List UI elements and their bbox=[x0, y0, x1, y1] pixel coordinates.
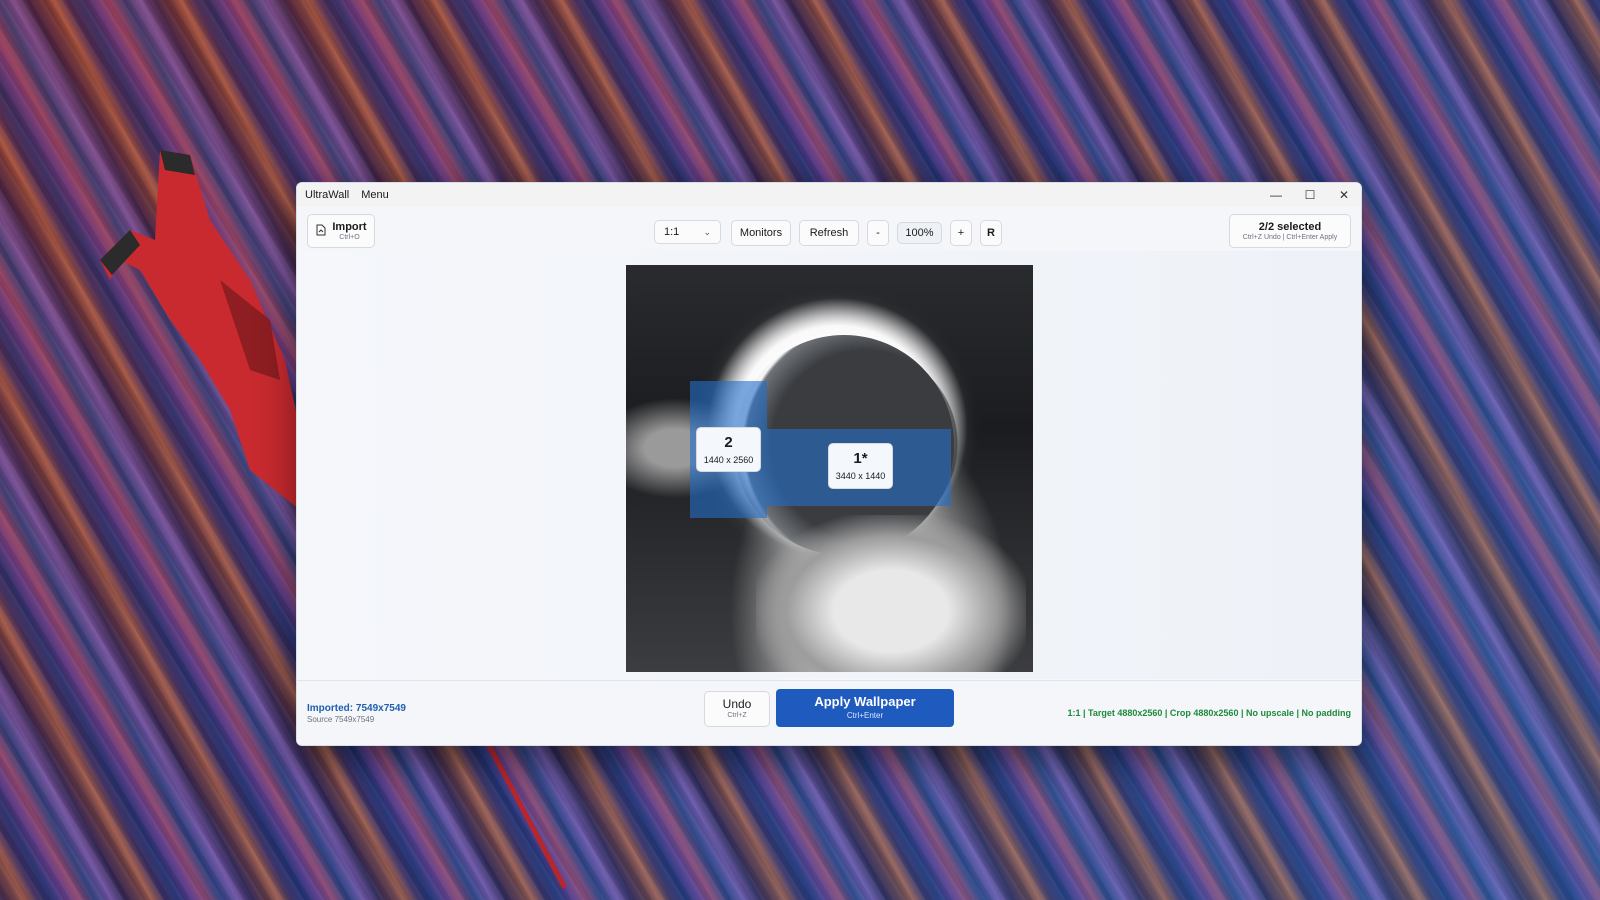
apply-wallpaper-button[interactable]: Apply Wallpaper Ctrl+Enter bbox=[776, 689, 954, 727]
undo-button[interactable]: Undo Ctrl+Z bbox=[704, 691, 770, 727]
zoom-in-button[interactable]: + bbox=[950, 220, 972, 246]
monitors-button[interactable]: Monitors bbox=[731, 220, 791, 246]
crop-summary: 1:1 | Target 4880x2560 | Crop 4880x2560 … bbox=[1067, 708, 1351, 718]
crop-label-1: 1* 3440 x 1440 bbox=[828, 443, 893, 489]
crop-number: 2 bbox=[724, 433, 733, 451]
window-controls: — ☐ ✕ bbox=[1259, 183, 1361, 207]
selection-status[interactable]: 2/2 selected Ctrl+Z Undo | Ctrl+Enter Ap… bbox=[1229, 214, 1351, 248]
menu-button[interactable]: Menu bbox=[361, 189, 389, 201]
reset-button[interactable]: R bbox=[980, 220, 1002, 246]
undo-shortcut: Ctrl+Z bbox=[727, 712, 747, 720]
chevron-down-icon: ⌄ bbox=[703, 226, 711, 237]
refresh-button[interactable]: Refresh bbox=[799, 220, 859, 246]
clouds bbox=[756, 515, 1026, 672]
aspect-ratio-select[interactable]: 1:1 ⌄ bbox=[654, 220, 721, 244]
apply-shortcut: Ctrl+Enter bbox=[846, 710, 884, 720]
source-size: Source 7549x7549 bbox=[307, 715, 375, 724]
astronaut-wallpaper-figure bbox=[100, 150, 300, 510]
app-title: UltraWall bbox=[305, 189, 350, 201]
aspect-ratio-value: 1:1 bbox=[664, 226, 680, 238]
zoom-level: 100% bbox=[897, 222, 942, 244]
toolbar: Import Ctrl+O 1:1 ⌄ Monitors Refresh - 1… bbox=[297, 207, 1361, 252]
crop-resolution: 1440 x 2560 bbox=[703, 454, 754, 465]
wallpaper-preview-image: 2 1440 x 2560 1* 3440 x 1440 bbox=[626, 265, 1033, 672]
crop-resolution: 3440 x 1440 bbox=[835, 471, 886, 481]
import-file-icon bbox=[315, 224, 326, 239]
undo-label: Undo bbox=[722, 697, 752, 712]
apply-label: Apply Wallpaper bbox=[814, 694, 916, 710]
close-button[interactable]: ✕ bbox=[1327, 183, 1361, 207]
status-bar: Imported: 7549x7549 Source 7549x7549 Und… bbox=[297, 680, 1361, 745]
ultrawall-window: UltraWall Menu — ☐ ✕ Import Ctrl+O 1:1 ⌄… bbox=[296, 182, 1362, 746]
zoom-out-button[interactable]: - bbox=[867, 220, 889, 246]
import-info: Imported: 7549x7549 Source 7549x7549 bbox=[307, 703, 406, 725]
crop-label-2: 2 1440 x 2560 bbox=[696, 427, 761, 472]
selection-hint: Ctrl+Z Undo | Ctrl+Enter Apply bbox=[1242, 233, 1338, 241]
selection-count: 2/2 selected bbox=[1258, 220, 1322, 233]
import-shortcut: Ctrl+O bbox=[339, 233, 360, 241]
minimize-button[interactable]: — bbox=[1259, 183, 1293, 207]
maximize-button[interactable]: ☐ bbox=[1293, 183, 1327, 207]
import-label: Import bbox=[332, 220, 367, 233]
crop-number: 1* bbox=[853, 450, 868, 467]
title-bar: UltraWall Menu — ☐ ✕ bbox=[297, 183, 1361, 207]
imported-size: Imported: 7549x7549 bbox=[307, 703, 406, 714]
preview-canvas: 2 1440 x 2560 1* 3440 x 1440 bbox=[297, 251, 1361, 679]
import-button[interactable]: Import Ctrl+O bbox=[307, 214, 375, 248]
